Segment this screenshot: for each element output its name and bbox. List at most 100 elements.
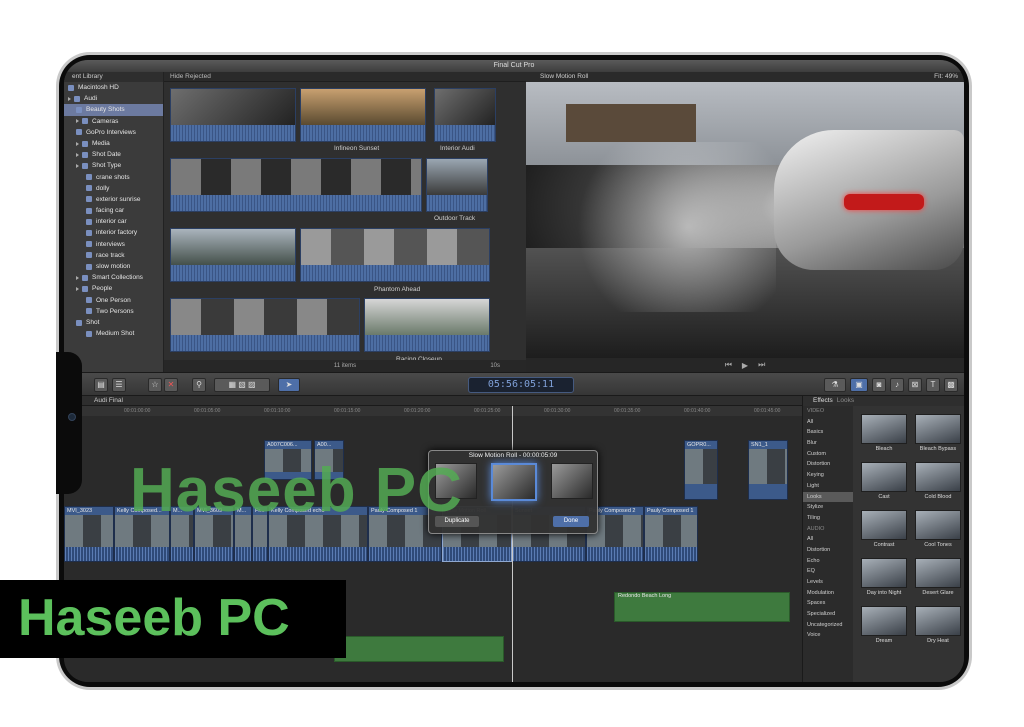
effects-category[interactable]: Distortion [803, 545, 853, 556]
effects-category[interactable]: Keying [803, 470, 853, 481]
effect-tile[interactable] [915, 510, 961, 540]
transitions-icon[interactable]: ⊠ [908, 378, 922, 392]
browser-clip[interactable] [300, 88, 426, 142]
sidebar-item[interactable]: Media [64, 138, 163, 149]
disclosure-triangle-icon[interactable] [68, 96, 71, 101]
browser-clip[interactable] [300, 228, 490, 282]
effects-category[interactable]: Voice [803, 630, 853, 641]
music-browser-icon[interactable]: ♪ [890, 378, 904, 392]
effects-category[interactable]: All [803, 417, 853, 428]
effects-category[interactable]: EQ [803, 566, 853, 577]
effects-category[interactable]: Distortion [803, 459, 853, 470]
sidebar-item[interactable]: GoPro Interviews [64, 127, 163, 138]
browser-clip[interactable] [170, 298, 360, 352]
browser-clip[interactable] [170, 88, 296, 142]
effect-tile[interactable] [915, 606, 961, 636]
sidebar-item[interactable]: exterior sunrise [64, 194, 163, 205]
play-icon[interactable]: ▶ [742, 361, 748, 370]
titles-icon[interactable]: T [926, 378, 940, 392]
sidebar-item[interactable]: facing car [64, 205, 163, 216]
sidebar-item[interactable]: race track [64, 250, 163, 261]
sidebar-item[interactable]: Smart Collections [64, 272, 163, 283]
disclosure-triangle-icon[interactable] [76, 119, 79, 124]
select-tool-icon[interactable]: ➤ [278, 378, 300, 392]
sidebar-item[interactable]: One Person [64, 295, 163, 306]
list-view-icon[interactable]: ☰ [112, 378, 126, 392]
storyline-clip[interactable]: MVI_3023 [64, 506, 114, 562]
effects-category[interactable]: Uncategorized [803, 620, 853, 631]
connected-clip[interactable]: GOPR0... [684, 440, 718, 500]
browser-clip[interactable] [426, 158, 488, 212]
edit-buttons[interactable]: ▦ ▧ ▨ [214, 378, 270, 392]
browser-filter-menu[interactable]: Hide Rejected [164, 72, 526, 82]
sidebar-item[interactable]: Medium Shot [64, 328, 163, 339]
sidebar-item[interactable]: dolly [64, 183, 163, 194]
sidebar-item[interactable]: Shot [64, 317, 163, 328]
effects-category[interactable]: All [803, 534, 853, 545]
disclosure-triangle-icon[interactable] [76, 141, 79, 146]
storyline-clip[interactable]: Pauly Composed 1 [644, 506, 698, 562]
disclosure-triangle-icon[interactable] [76, 286, 79, 291]
effects-category[interactable]: Specialized [803, 609, 853, 620]
sidebar-item[interactable]: crane shots [64, 172, 163, 183]
sidebar-item[interactable]: Shot Date [64, 149, 163, 160]
effect-tile[interactable] [861, 462, 907, 492]
effects-browser-icon[interactable]: ▣ [850, 378, 868, 392]
effects-category[interactable]: Light [803, 481, 853, 492]
sidebar-item[interactable]: interior factory [64, 227, 163, 238]
playhead[interactable] [512, 406, 513, 682]
sidebar-item[interactable]: Beauty Shots [64, 104, 163, 116]
effects-category[interactable]: Stylize [803, 502, 853, 513]
browser-clip[interactable] [364, 298, 490, 352]
sidebar-item[interactable]: Macintosh HD [64, 82, 163, 93]
sidebar-item[interactable]: Shot Type [64, 160, 163, 171]
audio-clip[interactable]: Redondo Beach Long [614, 592, 790, 622]
sidebar-item[interactable]: interior car [64, 216, 163, 227]
effects-category[interactable]: Basics [803, 427, 853, 438]
timecode-display[interactable]: 05:56:05:11 [468, 377, 574, 393]
sidebar-item[interactable]: People [64, 283, 163, 294]
filmstrip-view-icon[interactable]: ▤ [94, 378, 108, 392]
favorite-icon[interactable]: ☆ [148, 378, 162, 392]
sidebar-item[interactable]: Audi [64, 93, 163, 104]
audition-thumb[interactable] [551, 463, 593, 499]
effect-tile[interactable] [915, 558, 961, 588]
sidebar-item[interactable]: Cameras [64, 116, 163, 127]
effects-category[interactable]: Modulation [803, 588, 853, 599]
browser-clip[interactable] [170, 158, 422, 212]
audition-thumb-selected[interactable] [491, 463, 537, 501]
skip-back-icon[interactable]: ⏮ [725, 360, 732, 370]
enhance-icon[interactable]: ⚗ [824, 378, 846, 392]
photo-browser-icon[interactable]: ◙ [872, 378, 886, 392]
skip-forward-icon[interactable]: ⏭ [758, 360, 765, 370]
effects-category[interactable]: Spaces [803, 598, 853, 609]
connected-clip[interactable]: SN1_1 [748, 440, 788, 500]
effect-tile[interactable] [861, 510, 907, 540]
effects-category[interactable]: Blur [803, 438, 853, 449]
effects-category[interactable]: Levels [803, 577, 853, 588]
effect-tile[interactable] [915, 462, 961, 492]
generators-icon[interactable]: ▩ [944, 378, 958, 392]
done-button[interactable]: Done [553, 516, 589, 527]
effect-tile[interactable] [861, 558, 907, 588]
keyword-icon[interactable]: ⚲ [192, 378, 206, 392]
effect-tile[interactable] [915, 414, 961, 444]
disclosure-triangle-icon[interactable] [76, 163, 79, 168]
sidebar-item[interactable]: Two Persons [64, 306, 163, 317]
disclosure-triangle-icon[interactable] [76, 152, 79, 157]
effects-category[interactable]: Echo [803, 556, 853, 567]
effects-category[interactable]: Looks [803, 491, 853, 503]
browser-clip[interactable] [434, 88, 496, 142]
effect-tile[interactable] [861, 414, 907, 444]
clip-duration[interactable]: 10s [490, 360, 500, 372]
effect-tile[interactable] [861, 606, 907, 636]
disclosure-triangle-icon[interactable] [76, 275, 79, 280]
sidebar-item[interactable]: slow motion [64, 261, 163, 272]
viewer-zoom[interactable]: Fit: 49% [934, 72, 958, 82]
audio-clip[interactable] [334, 636, 504, 662]
effects-category[interactable]: Custom [803, 449, 853, 460]
sidebar-item[interactable]: interviews [64, 239, 163, 250]
timeline-ruler[interactable]: 00:01:00:00 00:01:05:00 00:01:10:00 00:01:1… [64, 406, 802, 416]
browser-clip[interactable] [170, 228, 296, 282]
effects-category[interactable]: Tiling [803, 513, 853, 524]
